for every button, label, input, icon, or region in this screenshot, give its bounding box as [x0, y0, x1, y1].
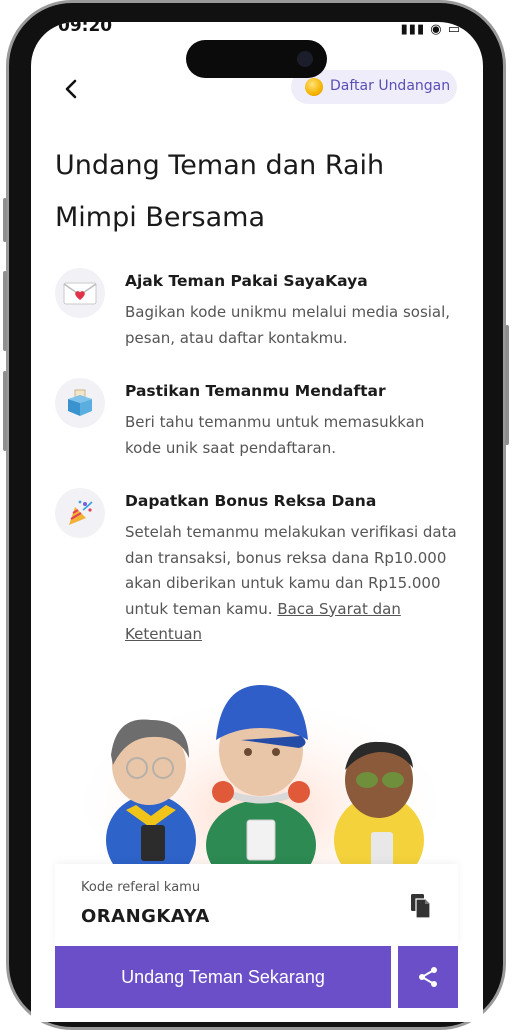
status-icons: ▮▮▮ ◉ ▭ — [400, 22, 461, 37]
share-button[interactable] — [398, 946, 458, 1008]
dynamic-island — [186, 40, 327, 78]
party-popper-icon — [55, 488, 105, 538]
power-button — [505, 325, 509, 445]
step-description: Bagikan kode unikmu melalui media sosial… — [125, 303, 451, 347]
love-letter-icon — [55, 268, 105, 318]
step-title: Pastikan Temanmu Mendaftar — [125, 382, 386, 400]
action-button — [3, 198, 7, 242]
app-screen: 09:20 ▮▮▮ ◉ ▭ Daftar Undangan Undang Tem… — [31, 22, 483, 1022]
step-description: Beri tahu temanmu untuk memasukkan kode … — [125, 413, 425, 457]
coin-icon — [305, 78, 323, 96]
referral-label: Kode referal kamu — [81, 880, 201, 895]
invite-friends-button[interactable]: Undang Teman Sekarang — [55, 946, 391, 1008]
copy-button[interactable] — [408, 892, 434, 920]
volume-up-button — [3, 271, 7, 351]
step-description: Setelah temanmu melakukan verifikasi dat… — [125, 520, 465, 648]
middle-person-icon — [206, 685, 316, 880]
friends-illustration — [81, 680, 441, 880]
step-title: Dapatkan Bonus Reksa Dana — [125, 492, 377, 510]
page-title: Undang Teman dan Raih Mimpi Bersama — [55, 140, 455, 244]
volume-down-button — [3, 371, 7, 451]
back-button[interactable] — [57, 74, 87, 104]
share-icon — [419, 967, 437, 987]
invite-list-label: Daftar Undangan — [330, 78, 451, 94]
ballot-box-icon — [55, 378, 105, 428]
referral-code-card: Kode referal kamu ORANGKAYA — [55, 864, 458, 946]
right-person-icon — [334, 741, 424, 880]
status-time: 09:20 — [58, 22, 113, 36]
copy-icon — [411, 894, 431, 919]
step-title: Ajak Teman Pakai SayaKaya — [125, 272, 368, 290]
chevron-left-icon — [65, 79, 77, 99]
referral-code: ORANGKAYA — [81, 906, 210, 927]
camera-icon — [297, 51, 313, 67]
page-title-line-1: Undang Teman dan Raih — [55, 150, 385, 181]
page-title-line-2: Mimpi Bersama — [55, 202, 266, 233]
